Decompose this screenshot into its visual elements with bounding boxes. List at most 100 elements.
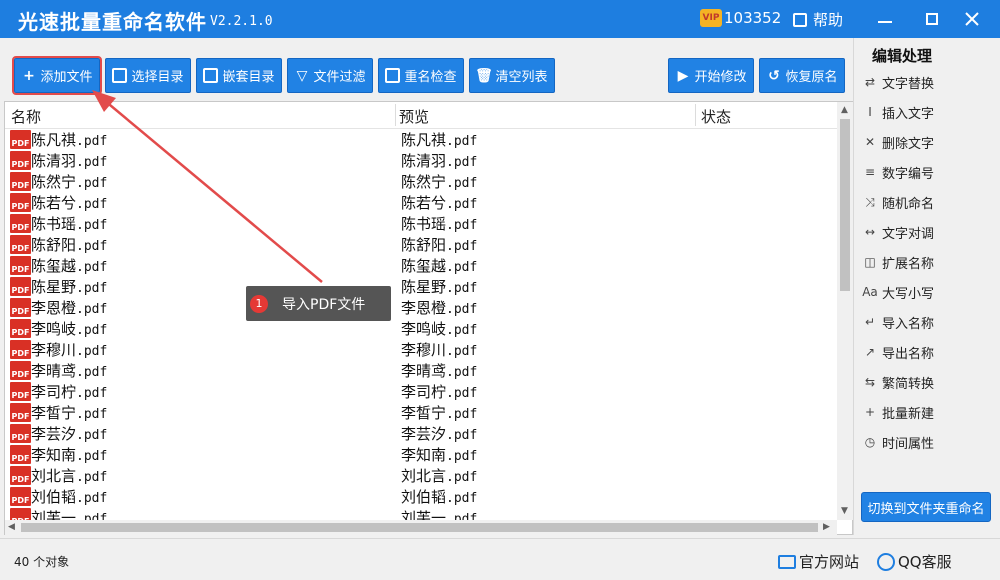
file-filter-button[interactable]: ▽ 文件过滤 [287,58,373,93]
side-item-shuffle[interactable]: ⤨ 随机命名 [862,188,994,216]
side-item-case[interactable]: Aa 大写小写 [862,278,994,306]
side-item-clock[interactable]: ◷ 时间属性 [862,428,994,456]
file-name: 李晴鸢.pdf [31,362,108,380]
table-row[interactable]: PDF 陈星野.pdf 陈星野.pdf [5,276,837,297]
maximize-button[interactable] [917,4,947,34]
side-item-replace[interactable]: ⇄ 文字替换 [862,68,994,96]
help-button[interactable]: 帮助 [793,9,843,30]
nested-directory-button[interactable]: 嵌套目录 [196,58,282,93]
table-row[interactable]: PDF 李芸汐.pdf 李芸汐.pdf [5,423,837,444]
side-item-export[interactable]: ↗ 导出名称 [862,338,994,366]
file-preview: 陈凡祺.pdf [401,131,478,149]
vertical-scrollbar[interactable]: ▲ ▼ [837,102,853,520]
table-row[interactable]: PDF 陈玺越.pdf 陈玺越.pdf [5,255,837,276]
pdf-file-icon: PDF [10,319,31,338]
insert-text-icon: I [868,105,872,119]
table-row[interactable]: PDF 李晴鸢.pdf 李晴鸢.pdf [5,360,837,381]
table-row[interactable]: PDF 李皙宁.pdf 李皙宁.pdf [5,402,837,423]
edit-panel: 编辑处理 ⇄ 文字替换 I 插入文字 ✕ 删除文字 ≡ 数字编号 ⤨ 随机命名 ↔ 文字对调 ◫ 扩展名称… [853,38,1000,535]
trash-icon: 🗑 [475,67,493,84]
export-icon: ↗ [864,345,876,359]
side-item-import[interactable]: ↵ 导入名称 [862,308,994,336]
table-row[interactable]: PDF 李穆川.pdf 李穆川.pdf [5,339,837,360]
maximize-icon [926,13,938,25]
help-label: 帮助 [813,11,844,29]
side-item-convert[interactable]: ⇆ 繁简转换 [862,368,994,396]
table-row[interactable]: PDF 陈清羽.pdf 陈清羽.pdf [5,150,837,171]
scroll-down-icon[interactable]: ▼ [841,506,848,516]
delete-text-icon: ✕ [864,135,876,149]
horizontal-scroll-thumb[interactable] [21,523,818,532]
select-directory-button[interactable]: 选择目录 [105,58,191,93]
table-row[interactable]: PDF 李恩橙.pdf 李恩橙.pdf [5,297,837,318]
restore-name-button[interactable]: ↺ 恢复原名 [759,58,845,93]
scroll-up-icon[interactable]: ▲ [841,105,848,115]
duplicate-check-icon [385,68,401,83]
side-item-batch-new[interactable]: + 批量新建 [862,398,994,426]
extension-icon: ◫ [864,255,876,269]
clear-list-button[interactable]: 🗑 清空列表 [469,58,555,93]
vertical-scroll-thumb[interactable] [840,119,850,291]
file-preview: 李晴鸢.pdf [401,362,478,380]
file-name: 李知南.pdf [31,446,108,464]
table-row[interactable]: PDF 刘北言.pdf 刘北言.pdf [5,465,837,486]
file-preview: 李鸣岐.pdf [401,320,478,338]
horizontal-scrollbar[interactable]: ◀ ▶ [5,520,837,535]
add-file-button[interactable]: + 添加文件 [12,56,102,95]
side-item-label: 导出名称 [882,346,935,362]
side-item-insert-text[interactable]: I 插入文字 [862,98,994,126]
start-modify-button[interactable]: ▶ 开始修改 [668,58,754,93]
official-website-link[interactable]: 官方网站 [778,551,859,572]
folder-open-icon [203,68,219,83]
status-bar: 40 个对象 官方网站 QQ客服 [0,538,1000,580]
pdf-file-icon: PDF [10,277,31,296]
vip-account[interactable]: VIP 103352 [700,9,781,27]
file-name: 李穆川.pdf [31,341,108,359]
column-divider[interactable] [695,104,696,126]
column-name[interactable]: 名称 [11,106,41,127]
table-row[interactable]: PDF 李知南.pdf 李知南.pdf [5,444,837,465]
close-button[interactable] [957,4,987,34]
side-item-numbering[interactable]: ≡ 数字编号 [862,158,994,186]
file-name: 陈星野.pdf [31,278,108,296]
column-status[interactable]: 状态 [701,106,731,127]
table-row[interactable]: PDF刘芙一.pdf刘芙一.pdf [5,507,837,521]
file-preview: 李芸汐.pdf [401,425,478,443]
table-row[interactable]: PDF 陈若兮.pdf 陈若兮.pdf [5,192,837,213]
table-row[interactable]: PDF 李鸣岐.pdf 李鸣岐.pdf [5,318,837,339]
table-row[interactable]: PDF 陈舒阳.pdf 陈舒阳.pdf [5,234,837,255]
table-row[interactable]: PDF 刘伯韬.pdf 刘伯韬.pdf [5,486,837,507]
qq-support-link[interactable]: QQ客服 [877,551,952,572]
plus-icon: + [23,67,35,84]
minimize-button[interactable] [870,4,900,34]
file-preview: 陈玺越.pdf [401,257,478,275]
monitor-icon [778,554,796,569]
pdf-file-icon: PDF [10,214,31,233]
import-icon: ↵ [864,315,876,329]
file-preview: 陈然宁.pdf [401,173,478,191]
table-row[interactable]: PDF 陈书瑶.pdf 陈书瑶.pdf [5,213,837,234]
callout-number: 1 [250,294,268,313]
duplicate-check-button[interactable]: 重名检查 [378,58,464,93]
column-preview[interactable]: 预览 [399,106,429,127]
side-item-delete-text[interactable]: ✕ 删除文字 [862,128,994,156]
side-item-label: 大写小写 [882,286,935,302]
file-preview: 陈若兮.pdf [401,194,478,212]
object-count: 40 个对象 [14,555,70,569]
side-item-swap[interactable]: ↔ 文字对调 [862,218,994,246]
switch-folder-rename-button[interactable]: 切换到文件夹重命名 [861,492,991,522]
table-row[interactable]: PDF 陈然宁.pdf 陈然宁.pdf [5,171,837,192]
table-row[interactable]: PDF 陈凡祺.pdf 陈凡祺.pdf [5,129,837,150]
scroll-left-icon[interactable]: ◀ [8,522,15,532]
file-preview: 刘伯韬.pdf [401,488,478,506]
file-filter-label: 文件过滤 [313,70,366,85]
side-item-extension[interactable]: ◫ 扩展名称 [862,248,994,276]
pdf-file-icon: PDF [10,466,31,485]
pdf-file-icon: PDF [10,424,31,443]
file-list[interactable]: 名称 预览 状态 PDF 陈凡祺.pdf 陈凡祺.pdf PDF 陈清羽.pdf 陈清羽.… [4,101,853,535]
column-divider[interactable] [395,104,396,126]
minimize-icon [878,21,892,23]
scroll-right-icon[interactable]: ▶ [823,522,830,532]
table-row[interactable]: PDF 李司柠.pdf 李司柠.pdf [5,381,837,402]
file-name: 陈书瑶.pdf [31,215,108,233]
